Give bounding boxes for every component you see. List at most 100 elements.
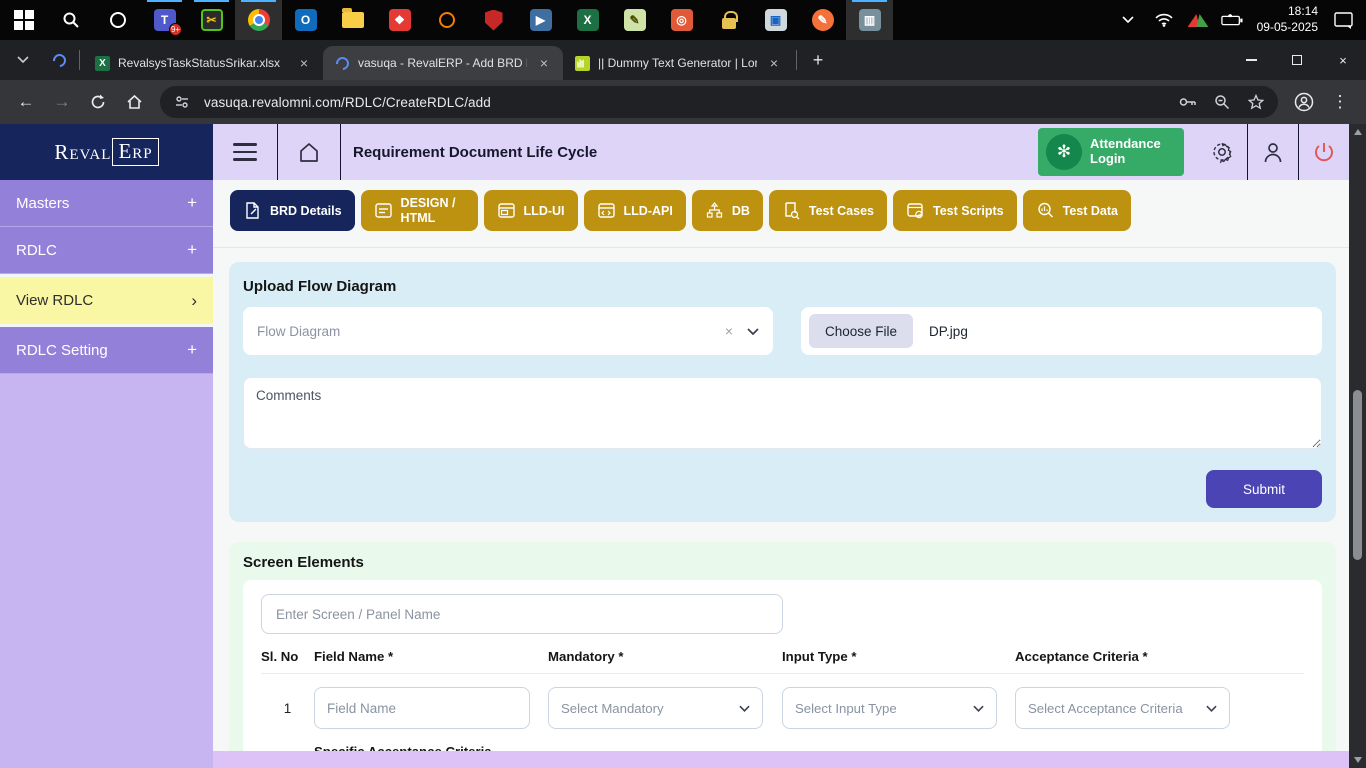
remote-window-icon[interactable]: ▣ (752, 0, 799, 40)
pen-tool-icon[interactable]: ✎ (799, 0, 846, 40)
mandatory-select[interactable]: Select Mandatory (548, 687, 763, 729)
reload-icon[interactable] (82, 86, 114, 118)
tab-excel-file[interactable]: X RevalsysTaskStatusSrikar.xlsx × (83, 46, 323, 80)
sidebar-item-masters[interactable]: Masters+ (0, 180, 213, 227)
clear-selection-icon[interactable]: × (725, 323, 733, 339)
acceptance-criteria-select[interactable]: Select Acceptance Criteria (1015, 687, 1230, 729)
tab-title: vasuqa - RevalERP - Add BRD D (358, 56, 527, 70)
app-home-button[interactable] (278, 124, 341, 180)
menu-kebab-icon[interactable]: ⋮ (1324, 86, 1356, 118)
tab-revalerp-active[interactable]: vasuqa - RevalERP - Add BRD D × (323, 46, 563, 80)
scrollbar-thumb[interactable] (1353, 390, 1362, 560)
tab-lld-api[interactable]: LLD-API (584, 190, 686, 231)
window-maximize-button[interactable] (1274, 40, 1320, 80)
submit-button[interactable]: Submit (1206, 470, 1322, 508)
tab-test-data[interactable]: Test Data (1023, 190, 1131, 231)
bookmark-star-icon[interactable] (1244, 90, 1268, 114)
tab-design-html[interactable]: DESIGN / HTML (361, 190, 478, 231)
remote-app-icon[interactable]: ❖ (376, 0, 423, 40)
screen-panel-name-input[interactable] (261, 594, 783, 634)
column-header-mandatory: Mandatory * (548, 649, 782, 664)
file-upload-field[interactable]: Choose File DP.jpg (801, 307, 1322, 355)
chevron-right-icon: › (191, 291, 197, 311)
plus-icon: + (187, 340, 197, 360)
attendance-login-button[interactable]: ✻ Attendance Login (1038, 128, 1184, 176)
zoom-out-icon[interactable] (1210, 90, 1234, 114)
teams-icon[interactable]: T9+ (141, 0, 188, 40)
scrollbar-down-arrow[interactable] (1349, 752, 1366, 768)
back-icon[interactable]: ← (10, 86, 42, 118)
settings-gear-button[interactable] (1196, 124, 1247, 180)
profile-avatar-icon[interactable] (1288, 86, 1320, 118)
comments-textarea[interactable] (243, 377, 1322, 449)
pinned-tab-favicon[interactable] (44, 45, 74, 75)
logout-power-button[interactable] (1298, 124, 1349, 180)
tab-db[interactable]: DB (692, 190, 763, 231)
tab-close-icon[interactable]: × (295, 54, 313, 72)
tab-close-icon[interactable]: × (535, 54, 553, 72)
antivirus-shield-icon[interactable] (470, 0, 517, 40)
wifi-icon[interactable] (1153, 9, 1175, 31)
sidebar-item-view-rdlc[interactable]: View RDLC› (0, 274, 213, 327)
database-icon (705, 201, 724, 220)
media-player-icon[interactable]: ▶ (517, 0, 564, 40)
outlook-icon[interactable]: O (282, 0, 329, 40)
cortana-icon[interactable] (94, 0, 141, 40)
row-serial-number: 1 (261, 701, 314, 716)
plus-icon: + (187, 193, 197, 213)
section-heading: Upload Flow Diagram (243, 278, 1322, 295)
address-bar[interactable]: vasuqa.revalomni.com/RDLC/CreateRDLC/add (160, 86, 1278, 118)
shutdown-app-icon[interactable]: ◎ (658, 0, 705, 40)
chevron-down-icon (747, 328, 759, 335)
action-center-icon[interactable] (1332, 9, 1354, 31)
window-close-button[interactable]: × (1320, 40, 1366, 80)
tray-expand-icon[interactable] (1117, 9, 1139, 31)
tab-dummy-text[interactable]: || Dummy Text Generator | Lore × (563, 46, 793, 80)
start-button-icon[interactable] (0, 0, 47, 40)
tab-test-scripts[interactable]: Test Scripts (893, 190, 1017, 231)
column-header-field-name: Field Name * (314, 649, 548, 664)
window-minimize-button[interactable] (1228, 40, 1274, 80)
tab-test-cases[interactable]: Test Cases (769, 190, 887, 231)
document-icon (243, 201, 262, 220)
page-scrollbar[interactable] (1349, 124, 1366, 768)
home-icon (298, 142, 320, 163)
excel-icon[interactable]: X (564, 0, 611, 40)
input-type-select[interactable]: Select Input Type (782, 687, 997, 729)
choose-file-button[interactable]: Choose File (809, 314, 913, 348)
url-text[interactable]: vasuqa.revalomni.com/RDLC/CreateRDLC/add (204, 95, 1166, 110)
server-monitor-icon[interactable]: ▥ (846, 0, 893, 40)
chrome-icon[interactable] (235, 0, 282, 40)
sidebar-toggle-button[interactable] (213, 124, 278, 180)
field-name-input[interactable] (314, 687, 530, 729)
notepad-editor-icon[interactable]: ✎ (611, 0, 658, 40)
screen-elements-section: Screen Elements Sl. No Field Name * Mand… (229, 542, 1336, 768)
sidebar-item-rdlc[interactable]: RDLC+ (0, 227, 213, 274)
sidebar-item-rdlc-setting[interactable]: RDLC Setting+ (0, 327, 213, 374)
logo-block[interactable]: RevalErp (0, 124, 213, 180)
file-explorer-icon[interactable] (329, 0, 376, 40)
search-icon[interactable] (47, 0, 94, 40)
tab-close-icon[interactable]: × (765, 54, 783, 72)
vpn-status-icon[interactable] (1189, 13, 1207, 27)
browser-toolbar: ← → vasuqa.revalomni.com/RDLC/CreateRDLC… (0, 80, 1366, 124)
password-key-icon[interactable] (1176, 90, 1200, 114)
page-title: Requirement Document Life Cycle (341, 124, 1038, 180)
forward-icon[interactable]: → (46, 86, 78, 118)
scrollbar-up-arrow[interactable] (1349, 124, 1366, 140)
user-profile-button[interactable] (1247, 124, 1298, 180)
tab-search-button[interactable] (8, 45, 38, 75)
battery-charging-icon[interactable] (1221, 9, 1243, 31)
tab-brd-details[interactable]: BRD Details (230, 190, 355, 231)
openvpn-icon[interactable] (423, 0, 470, 40)
windows-taskbar: T9+ ✂ O ❖ ▶ X ✎ ◎ ▣ ✎ ▥ (0, 0, 1366, 40)
new-tab-button[interactable]: + (804, 46, 832, 74)
password-lock-icon[interactable] (705, 0, 752, 40)
site-settings-icon[interactable] (170, 90, 194, 114)
tray-clock[interactable]: 18:14 09-05-2025 (1257, 4, 1318, 35)
flow-diagram-select[interactable]: Flow Diagram × (243, 307, 773, 355)
column-header-input-type: Input Type * (782, 649, 1015, 664)
tab-lld-ui[interactable]: LLD-UI (484, 190, 578, 231)
home-icon[interactable] (118, 86, 150, 118)
capture-tool-icon[interactable]: ✂ (188, 0, 235, 40)
